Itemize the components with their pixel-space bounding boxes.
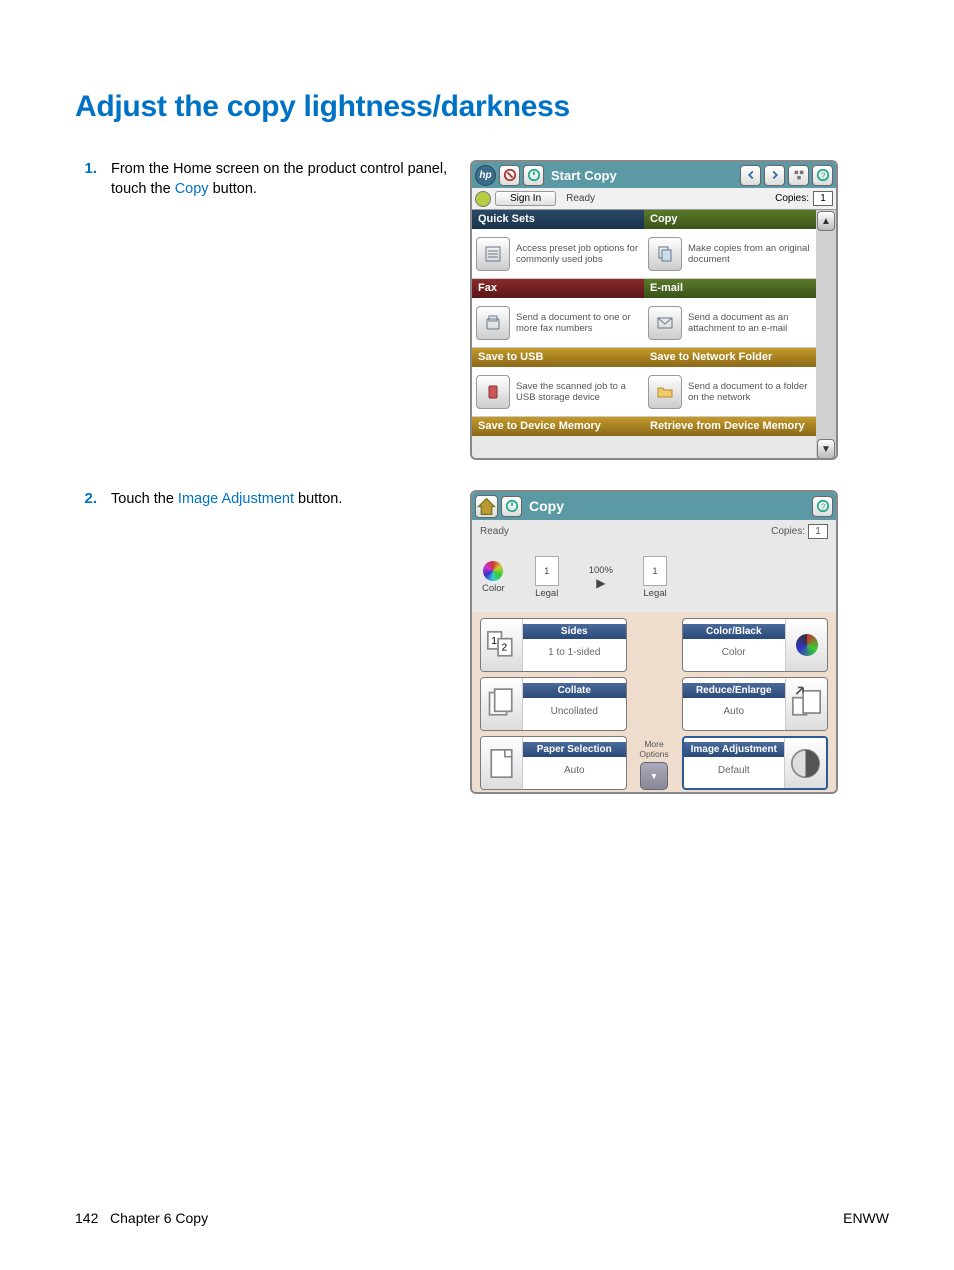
quick-sets-icon	[476, 237, 510, 271]
paper-icon	[481, 737, 523, 789]
step-2-number: 2.	[75, 490, 111, 510]
folder-icon	[648, 375, 682, 409]
sign-in-button[interactable]: Sign In	[495, 191, 556, 206]
nav-prev-button[interactable]	[740, 165, 761, 186]
reduce-enlarge-icon	[785, 678, 827, 730]
retrieve-device-header: Retrieve from Device Memory	[644, 417, 816, 436]
image-adjustment-link-text: Image Adjustment	[178, 491, 294, 507]
start-button[interactable]	[501, 496, 522, 517]
hp-logo-icon: hp	[475, 165, 496, 186]
help-button-2[interactable]: ?	[812, 496, 833, 517]
status-dot-icon	[475, 191, 491, 207]
copies-field-2[interactable]: 1	[808, 524, 828, 539]
color-black-icon	[785, 619, 827, 671]
dest-preview: 1 Legal	[643, 556, 667, 599]
copy-screen-title: Copy	[529, 498, 564, 514]
image-adjustment-button[interactable]: Image Adjustment Default	[682, 736, 829, 790]
fax-header: Fax	[472, 279, 644, 298]
copy-tile[interactable]: Make copies from an original document	[644, 229, 816, 279]
arrow-right-icon: ▶	[596, 576, 605, 590]
stop-button[interactable]	[499, 165, 520, 186]
image-adjustment-icon	[784, 738, 826, 788]
email-tile[interactable]: Send a document as an attachment to an e…	[644, 298, 816, 348]
copy-header: Copy	[644, 210, 816, 229]
copies-label: Copies:	[775, 193, 809, 204]
email-header: E-mail	[644, 279, 816, 298]
status-text: Ready	[566, 193, 595, 204]
help-button[interactable]: ?	[812, 165, 833, 186]
page-footer: 142 Chapter 6 Copy ENWW	[75, 1210, 889, 1226]
color-preview: Color	[482, 561, 505, 594]
save-network-header: Save to Network Folder	[644, 348, 816, 367]
scroll-up-button[interactable]: ▲	[817, 211, 835, 231]
save-usb-header: Save to USB	[472, 348, 644, 367]
step-1-number: 1.	[75, 160, 111, 199]
sides-icon: 12	[481, 619, 523, 671]
svg-text:2: 2	[502, 642, 508, 653]
quick-sets-tile[interactable]: Access preset job options for commonly u…	[472, 229, 644, 279]
start-copy-button[interactable]	[523, 165, 544, 186]
source-preview: 1 Legal	[535, 556, 559, 599]
page-thumb-icon: 1	[535, 556, 559, 586]
scale-preview: 100% ▶	[589, 565, 613, 590]
step-2: 2. Touch the Image Adjustment button. Co…	[75, 490, 889, 794]
collate-icon	[481, 678, 523, 730]
page-thumb-icon-2: 1	[643, 556, 667, 586]
save-network-tile[interactable]: Send a document to a folder on the netwo…	[644, 367, 816, 417]
palette-icon	[483, 561, 503, 581]
svg-text:?: ?	[820, 503, 825, 512]
more-options-label: More Options	[633, 739, 676, 759]
collate-button[interactable]: Collate Uncollated	[480, 677, 627, 731]
step-1-text: From the Home screen on the product cont…	[111, 160, 470, 199]
sides-button[interactable]: 12 Sides 1 to 1-sided	[480, 618, 627, 672]
save-device-header: Save to Device Memory	[472, 417, 644, 436]
quick-sets-header: Quick Sets	[472, 210, 644, 229]
copy-icon	[648, 237, 682, 271]
svg-text:?: ?	[820, 172, 825, 181]
fax-tile[interactable]: Send a document to one or more fax numbe…	[472, 298, 644, 348]
step-1: 1. From the Home screen on the product c…	[75, 160, 889, 460]
more-options-button[interactable]: ▼	[640, 762, 668, 790]
fax-icon	[476, 306, 510, 340]
home-button[interactable]	[475, 495, 498, 518]
scrollbar[interactable]: ▲ ▼	[816, 210, 836, 460]
step-2-text: Touch the Image Adjustment button.	[111, 490, 342, 510]
svg-text:1: 1	[491, 635, 497, 646]
copies-label-2: Copies:	[771, 526, 805, 537]
copies-field[interactable]: 1	[813, 191, 833, 206]
page-title: Adjust the copy lightness/darkness	[75, 90, 889, 124]
color-black-button[interactable]: Color/Black Color	[682, 618, 829, 672]
reduce-enlarge-button[interactable]: Reduce/Enlarge Auto	[682, 677, 829, 731]
save-usb-tile[interactable]: Save the scanned job to a USB storage de…	[472, 367, 644, 417]
network-icon[interactable]	[788, 165, 809, 186]
nav-next-button[interactable]	[764, 165, 785, 186]
email-icon	[648, 306, 682, 340]
topbar-title: Start Copy	[551, 168, 617, 183]
copy-screen-figure: Copy ? Ready Copies: 1 Color 1 Legal	[470, 490, 838, 794]
home-screen-figure: hp Start Copy ? Sign In Ready Copies: 1	[470, 160, 838, 460]
paper-selection-button[interactable]: Paper Selection Auto	[480, 736, 627, 790]
usb-icon	[476, 375, 510, 409]
status-ready: Ready	[480, 526, 509, 537]
scroll-down-button[interactable]: ▼	[817, 439, 835, 459]
copy-link-text: Copy	[175, 181, 209, 197]
